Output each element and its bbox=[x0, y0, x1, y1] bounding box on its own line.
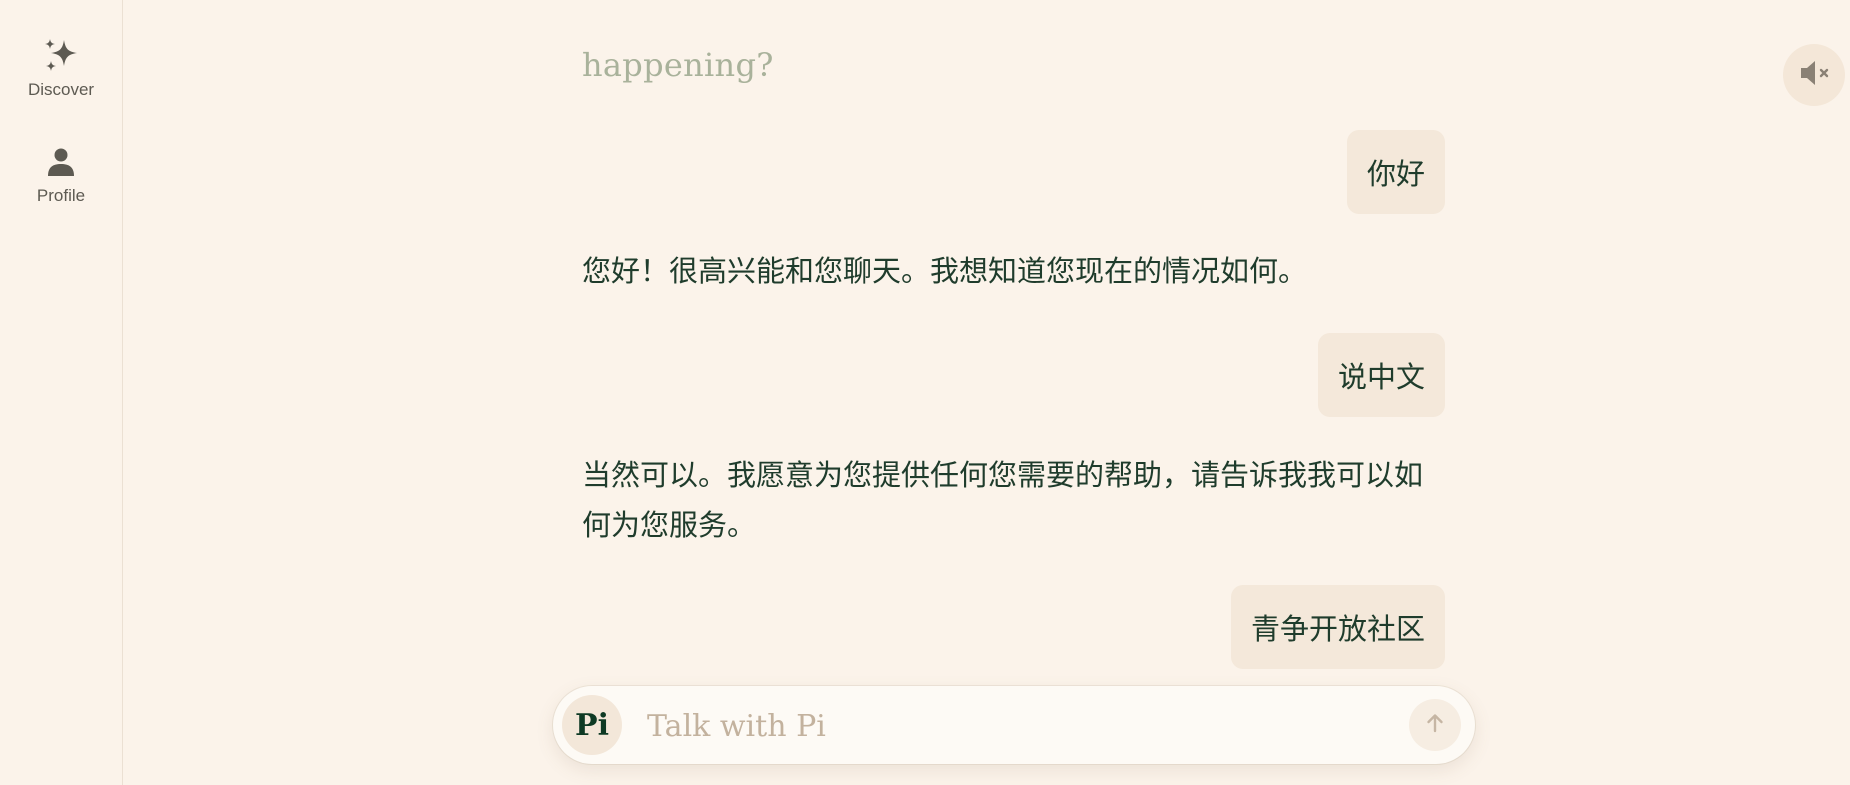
send-button[interactable] bbox=[1409, 699, 1461, 751]
previous-message-fragment: happening? bbox=[582, 46, 774, 84]
speaker-muted-icon bbox=[1796, 55, 1832, 95]
user-message: 说中文 bbox=[1317, 333, 1445, 417]
arrow-up-icon bbox=[1423, 711, 1447, 739]
app-window: Discover Profile happening? 你好 您好！很高兴能和您… bbox=[0, 0, 1850, 785]
user-message: 青争开放社区 bbox=[1230, 585, 1445, 669]
ai-message: 您好！很高兴能和您聊天。我想知道您现在的情况如何。 bbox=[582, 254, 1308, 288]
message-input[interactable] bbox=[645, 700, 1349, 752]
message-composer: Pi bbox=[553, 686, 1475, 764]
mute-button[interactable] bbox=[1783, 44, 1845, 106]
pi-logo: Pi bbox=[562, 695, 622, 755]
chat-area: happening? 你好 您好！很高兴能和您聊天。我想知道您现在的情况如何。 … bbox=[0, 0, 1850, 785]
ai-message: 当然可以。我愿意为您提供任何您需要的帮助，请告诉我我可以如何为您服务。 bbox=[582, 458, 1424, 542]
user-message: 你好 bbox=[1346, 130, 1445, 214]
